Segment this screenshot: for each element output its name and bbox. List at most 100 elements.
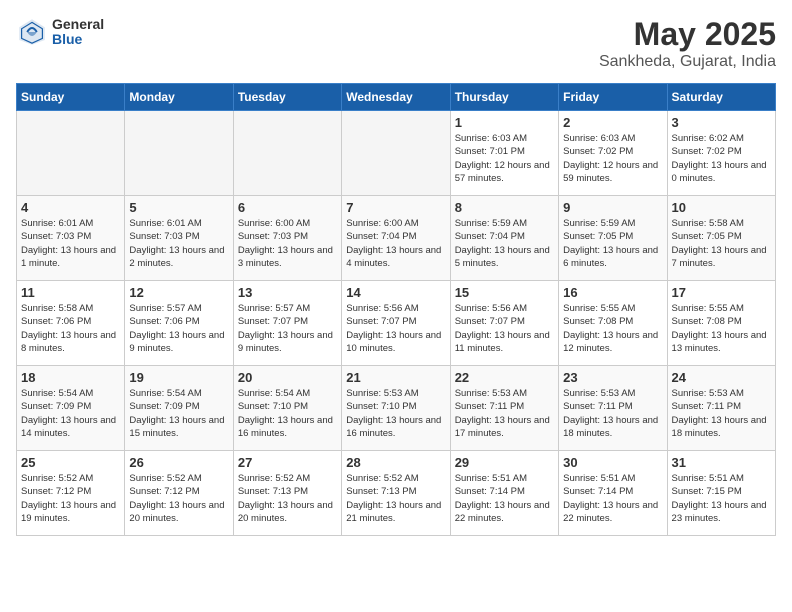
day-info: Sunrise: 5:58 AM Sunset: 7:06 PM Dayligh… bbox=[21, 302, 120, 355]
calendar-cell: 9Sunrise: 5:59 AM Sunset: 7:05 PM Daylig… bbox=[559, 196, 667, 281]
calendar-cell: 16Sunrise: 5:55 AM Sunset: 7:08 PM Dayli… bbox=[559, 281, 667, 366]
calendar-cell: 6 Sunrise: 6:00 AM Sunset: 7:03 PM Daylig… bbox=[233, 196, 341, 281]
weekday-header-tuesday: Tuesday bbox=[233, 84, 341, 111]
day-info: Sunrise: 5:54 AM Sunset: 7:10 PM Dayligh… bbox=[238, 387, 337, 440]
weekday-header-row: SundayMondayTuesdayWednesdayThursdayFrid… bbox=[17, 84, 776, 111]
day-number: 6 bbox=[238, 200, 337, 215]
week-row-4: 18 Sunrise: 5:54 AM Sunset: 7:09 PM Dayli… bbox=[17, 366, 776, 451]
day-info: Sunrise: 5:57 AM Sunset: 7:06 PM Dayligh… bbox=[129, 302, 228, 355]
day-info: Sunrise: 5:55 AM Sunset: 7:08 PM Dayligh… bbox=[563, 302, 662, 355]
day-info: Sunrise: 5:59 AM Sunset: 7:04 PM Dayligh… bbox=[455, 217, 554, 270]
day-number: 7 bbox=[346, 200, 445, 215]
week-row-5: 25Sunrise: 5:52 AM Sunset: 7:12 PM Dayli… bbox=[17, 451, 776, 536]
logo-icon bbox=[16, 16, 48, 48]
day-number: 1 bbox=[455, 115, 554, 130]
logo: General Blue bbox=[16, 16, 104, 48]
calendar-cell: 21 Sunrise: 5:53 AM Sunset: 7:10 PM Dayli… bbox=[342, 366, 450, 451]
day-info: Sunrise: 5:52 AM Sunset: 7:13 PM Dayligh… bbox=[238, 472, 337, 525]
calendar-cell: 26 Sunrise: 5:52 AM Sunset: 7:12 PM Dayli… bbox=[125, 451, 233, 536]
day-number: 20 bbox=[238, 370, 337, 385]
day-number: 31 bbox=[672, 455, 771, 470]
day-info: Sunrise: 6:03 AM Sunset: 7:02 PM Dayligh… bbox=[563, 132, 662, 185]
calendar-cell: 19 Sunrise: 5:54 AM Sunset: 7:09 PM Dayli… bbox=[125, 366, 233, 451]
day-number: 14 bbox=[346, 285, 445, 300]
day-number: 18 bbox=[21, 370, 120, 385]
day-info: Sunrise: 5:59 AM Sunset: 7:05 PM Dayligh… bbox=[563, 217, 662, 270]
day-info: Sunrise: 5:52 AM Sunset: 7:13 PM Dayligh… bbox=[346, 472, 445, 525]
day-number: 19 bbox=[129, 370, 228, 385]
weekday-header-monday: Monday bbox=[125, 84, 233, 111]
calendar-cell: 17 Sunrise: 5:55 AM Sunset: 7:08 PM Dayli… bbox=[667, 281, 775, 366]
calendar-cell: 8 Sunrise: 5:59 AM Sunset: 7:04 PM Daylig… bbox=[450, 196, 558, 281]
day-info: Sunrise: 5:53 AM Sunset: 7:10 PM Dayligh… bbox=[346, 387, 445, 440]
day-info: Sunrise: 5:54 AM Sunset: 7:09 PM Dayligh… bbox=[129, 387, 228, 440]
day-number: 5 bbox=[129, 200, 228, 215]
day-number: 10 bbox=[672, 200, 771, 215]
day-info: Sunrise: 5:55 AM Sunset: 7:08 PM Dayligh… bbox=[672, 302, 771, 355]
calendar-cell: 10 Sunrise: 5:58 AM Sunset: 7:05 PM Dayli… bbox=[667, 196, 775, 281]
day-info: Sunrise: 5:51 AM Sunset: 7:14 PM Dayligh… bbox=[455, 472, 554, 525]
calendar-cell: 31 Sunrise: 5:51 AM Sunset: 7:15 PM Dayli… bbox=[667, 451, 775, 536]
calendar-table: SundayMondayTuesdayWednesdayThursdayFrid… bbox=[16, 83, 776, 536]
day-info: Sunrise: 6:01 AM Sunset: 7:03 PM Dayligh… bbox=[129, 217, 228, 270]
day-number: 13 bbox=[238, 285, 337, 300]
day-number: 12 bbox=[129, 285, 228, 300]
day-info: Sunrise: 5:52 AM Sunset: 7:12 PM Dayligh… bbox=[21, 472, 120, 525]
day-info: Sunrise: 5:56 AM Sunset: 7:07 PM Dayligh… bbox=[346, 302, 445, 355]
calendar-cell: 12 Sunrise: 5:57 AM Sunset: 7:06 PM Dayli… bbox=[125, 281, 233, 366]
calendar-cell: 2 Sunrise: 6:03 AM Sunset: 7:02 PM Daylig… bbox=[559, 111, 667, 196]
day-number: 2 bbox=[563, 115, 662, 130]
weekday-header-saturday: Saturday bbox=[667, 84, 775, 111]
day-number: 21 bbox=[346, 370, 445, 385]
day-info: Sunrise: 5:52 AM Sunset: 7:12 PM Dayligh… bbox=[129, 472, 228, 525]
week-row-3: 11 Sunrise: 5:58 AM Sunset: 7:06 PM Dayli… bbox=[17, 281, 776, 366]
day-number: 29 bbox=[455, 455, 554, 470]
day-number: 17 bbox=[672, 285, 771, 300]
month-title: May 2025 bbox=[599, 16, 776, 53]
calendar-cell: 25Sunrise: 5:52 AM Sunset: 7:12 PM Dayli… bbox=[17, 451, 125, 536]
calendar-cell: 23 Sunrise: 5:53 AM Sunset: 7:11 PM Dayli… bbox=[559, 366, 667, 451]
day-info: Sunrise: 5:54 AM Sunset: 7:09 PM Dayligh… bbox=[21, 387, 120, 440]
day-number: 3 bbox=[672, 115, 771, 130]
day-info: Sunrise: 6:02 AM Sunset: 7:02 PM Dayligh… bbox=[672, 132, 771, 185]
day-number: 11 bbox=[21, 285, 120, 300]
day-number: 8 bbox=[455, 200, 554, 215]
logo-blue: Blue bbox=[52, 32, 104, 47]
week-row-1: 1 Sunrise: 6:03 AM Sunset: 7:01 PM Daylig… bbox=[17, 111, 776, 196]
calendar-cell: 4Sunrise: 6:01 AM Sunset: 7:03 PM Daylig… bbox=[17, 196, 125, 281]
calendar-cell bbox=[17, 111, 125, 196]
weekday-header-thursday: Thursday bbox=[450, 84, 558, 111]
calendar-cell: 29 Sunrise: 5:51 AM Sunset: 7:14 PM Dayli… bbox=[450, 451, 558, 536]
week-row-2: 4Sunrise: 6:01 AM Sunset: 7:03 PM Daylig… bbox=[17, 196, 776, 281]
day-info: Sunrise: 6:01 AM Sunset: 7:03 PM Dayligh… bbox=[21, 217, 120, 270]
title-block: May 2025 Sankheda, Gujarat, India bbox=[599, 16, 776, 71]
day-info: Sunrise: 5:53 AM Sunset: 7:11 PM Dayligh… bbox=[563, 387, 662, 440]
calendar-cell: 24Sunrise: 5:53 AM Sunset: 7:11 PM Dayli… bbox=[667, 366, 775, 451]
day-number: 28 bbox=[346, 455, 445, 470]
day-number: 27 bbox=[238, 455, 337, 470]
day-number: 22 bbox=[455, 370, 554, 385]
day-info: Sunrise: 5:58 AM Sunset: 7:05 PM Dayligh… bbox=[672, 217, 771, 270]
day-number: 26 bbox=[129, 455, 228, 470]
day-info: Sunrise: 5:53 AM Sunset: 7:11 PM Dayligh… bbox=[455, 387, 554, 440]
weekday-header-wednesday: Wednesday bbox=[342, 84, 450, 111]
calendar-cell: 22 Sunrise: 5:53 AM Sunset: 7:11 PM Dayli… bbox=[450, 366, 558, 451]
page-header: General Blue May 2025 Sankheda, Gujarat,… bbox=[16, 16, 776, 71]
logo-text: General Blue bbox=[52, 17, 104, 48]
calendar-cell: 15 Sunrise: 5:56 AM Sunset: 7:07 PM Dayli… bbox=[450, 281, 558, 366]
calendar-cell bbox=[125, 111, 233, 196]
day-info: Sunrise: 6:00 AM Sunset: 7:04 PM Dayligh… bbox=[346, 217, 445, 270]
day-number: 23 bbox=[563, 370, 662, 385]
day-info: Sunrise: 5:53 AM Sunset: 7:11 PM Dayligh… bbox=[672, 387, 771, 440]
day-info: Sunrise: 6:03 AM Sunset: 7:01 PM Dayligh… bbox=[455, 132, 554, 185]
calendar-cell: 5 Sunrise: 6:01 AM Sunset: 7:03 PM Daylig… bbox=[125, 196, 233, 281]
day-info: Sunrise: 6:00 AM Sunset: 7:03 PM Dayligh… bbox=[238, 217, 337, 270]
day-number: 30 bbox=[563, 455, 662, 470]
calendar-cell: 27 Sunrise: 5:52 AM Sunset: 7:13 PM Dayli… bbox=[233, 451, 341, 536]
calendar-cell: 1 Sunrise: 6:03 AM Sunset: 7:01 PM Daylig… bbox=[450, 111, 558, 196]
day-info: Sunrise: 5:51 AM Sunset: 7:15 PM Dayligh… bbox=[672, 472, 771, 525]
day-number: 15 bbox=[455, 285, 554, 300]
day-info: Sunrise: 5:56 AM Sunset: 7:07 PM Dayligh… bbox=[455, 302, 554, 355]
calendar-cell bbox=[342, 111, 450, 196]
calendar-cell: 13Sunrise: 5:57 AM Sunset: 7:07 PM Dayli… bbox=[233, 281, 341, 366]
